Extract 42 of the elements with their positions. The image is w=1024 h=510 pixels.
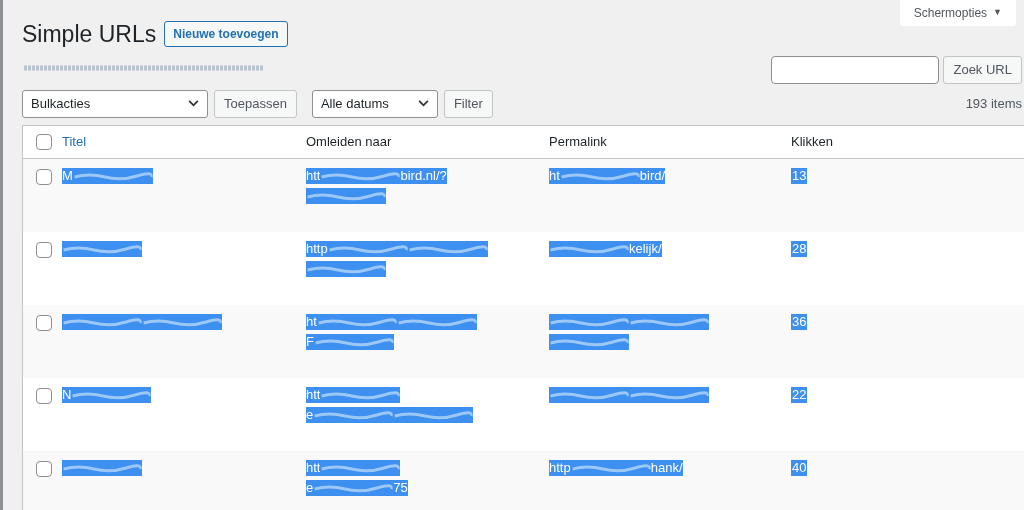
column-header[interactable]: Titel <box>62 133 87 149</box>
redirect-url: ht <box>306 313 317 330</box>
click-count: 13 <box>791 167 808 184</box>
redirect-url: F <box>306 333 314 350</box>
checkbox[interactable] <box>35 314 52 331</box>
click-count: 28 <box>791 240 808 257</box>
checkbox[interactable] <box>35 387 52 404</box>
date-filter-select[interactable]: Alle datums <box>311 89 438 118</box>
filter-button[interactable]: Filter <box>443 89 493 118</box>
apply-button[interactable]: Toepassen <box>214 89 297 118</box>
checkbox[interactable] <box>35 133 52 150</box>
redirect-url: htt <box>306 167 321 184</box>
column-header: Permalink <box>549 133 607 149</box>
page-title: Simple URLs <box>22 20 157 49</box>
permalink-url: kelijk/ <box>629 240 662 257</box>
add-new-button[interactable]: Nieuwe toevoegen <box>164 21 288 48</box>
chevron-down-icon <box>417 100 429 107</box>
item-count: 193 items <box>965 94 1022 113</box>
redirect-url: 75 <box>393 479 408 496</box>
click-count: 40 <box>791 459 808 476</box>
column-header: Omleiden naar <box>306 133 392 149</box>
redirect-url: http <box>306 240 328 257</box>
click-count: 22 <box>791 386 808 403</box>
redirect-url: e <box>306 479 314 496</box>
permalink-url: ht <box>549 167 560 184</box>
redirect-url: htt <box>306 386 321 403</box>
redirect-url: e <box>306 406 314 423</box>
bulk-actions-select[interactable]: Bulkacties <box>22 89 208 118</box>
chevron-down-icon <box>188 100 199 107</box>
redirect-url: htt <box>306 459 321 476</box>
checkbox[interactable] <box>35 168 52 185</box>
click-count: 36 <box>791 313 808 330</box>
permalink-url: http <box>549 459 571 476</box>
checkbox[interactable] <box>35 460 52 477</box>
column-header: Klikken <box>791 133 833 149</box>
checkbox[interactable] <box>35 241 52 258</box>
screen-options-tab[interactable]: Schermopties ▼ <box>899 0 1016 26</box>
permalink-url: hank/ <box>650 459 683 476</box>
permalink-url: bird/ <box>639 167 666 184</box>
search-button[interactable]: Zoek URL <box>943 55 1022 84</box>
search-field[interactable] <box>771 55 940 84</box>
redirect-url: bird.nl/? <box>400 167 447 184</box>
